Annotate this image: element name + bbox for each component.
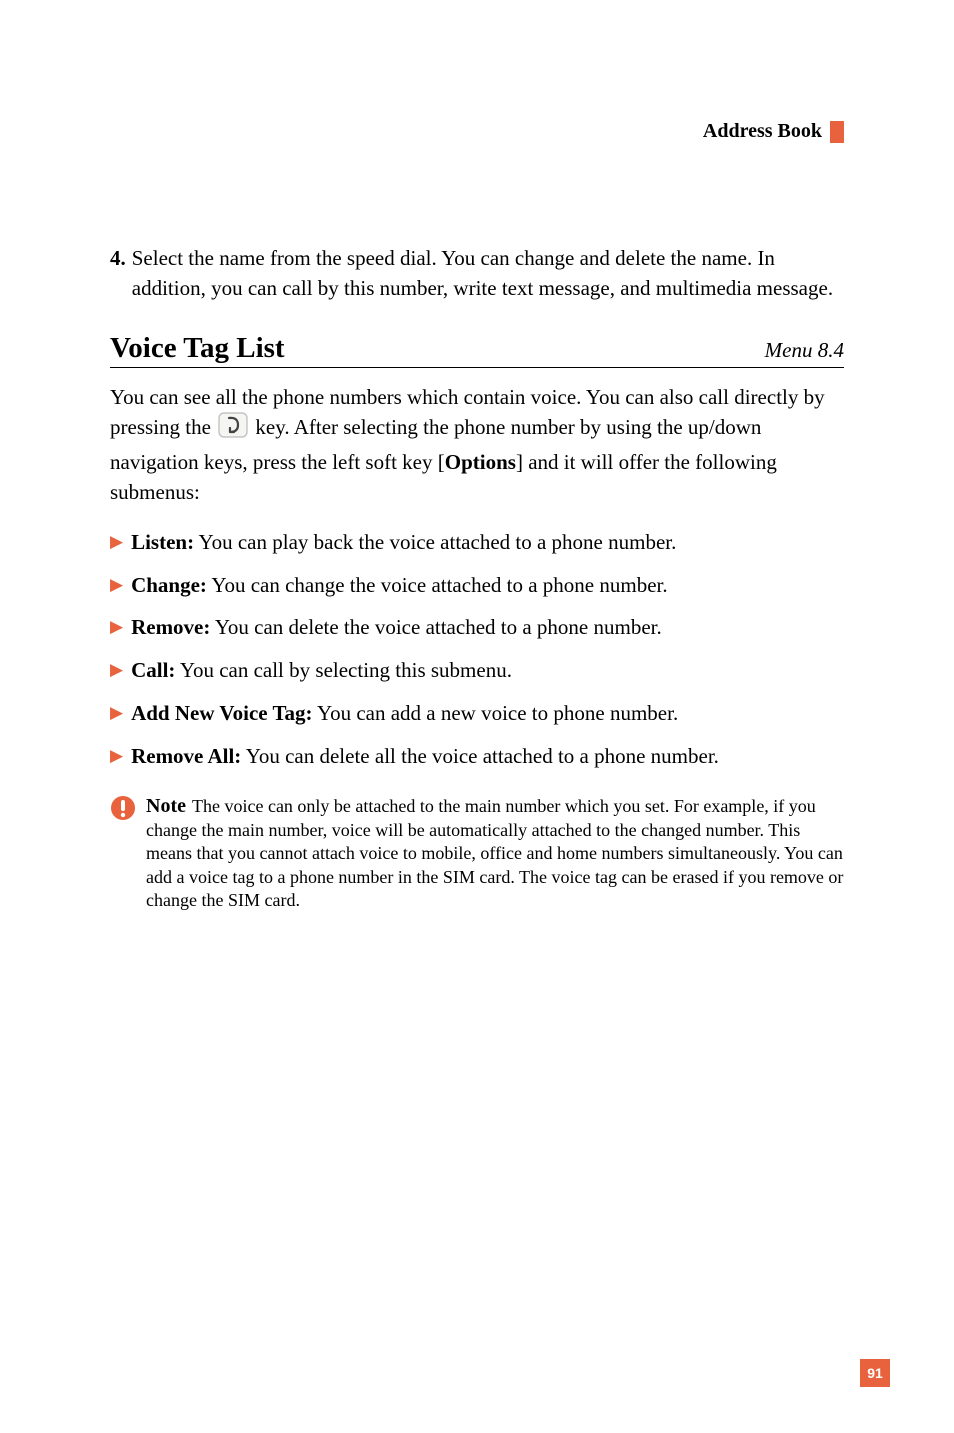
call-key-icon bbox=[218, 412, 248, 446]
page-header: Address Book bbox=[110, 120, 844, 143]
triangle-bullet-icon: ▶ bbox=[110, 528, 123, 557]
bullet-item: ▶ Call: You can call by selecting this s… bbox=[110, 656, 844, 685]
bullet-item: ▶ Listen: You can play back the voice at… bbox=[110, 528, 844, 557]
bullet-desc: You can change the voice attached to a p… bbox=[207, 573, 668, 597]
bullet-label: Call: bbox=[131, 658, 175, 682]
bullet-desc: You can delete all the voice attached to… bbox=[241, 744, 719, 768]
bullet-item: ▶ Remove All: You can delete all the voi… bbox=[110, 742, 844, 771]
section-heading: Voice Tag List Menu 8.4 bbox=[110, 332, 844, 368]
bullet-desc: You can add a new voice to phone number. bbox=[313, 701, 679, 725]
section-intro: You can see all the phone numbers which … bbox=[110, 382, 844, 508]
bullet-label: Remove All: bbox=[131, 744, 241, 768]
section-title: Voice Tag List bbox=[110, 332, 285, 365]
bullet-desc: You can delete the voice attached to a p… bbox=[210, 615, 661, 639]
bullet-label: Remove: bbox=[131, 615, 210, 639]
bullet-label: Change: bbox=[131, 573, 207, 597]
bullet-item: ▶ Add New Voice Tag: You can add a new v… bbox=[110, 699, 844, 728]
triangle-bullet-icon: ▶ bbox=[110, 571, 123, 600]
note-block: NoteThe voice can only be attached to th… bbox=[110, 793, 844, 913]
note-text: The voice can only be attached to the ma… bbox=[146, 796, 843, 910]
bullet-desc: You can call by selecting this submenu. bbox=[175, 658, 512, 682]
page-number: 91 bbox=[860, 1359, 890, 1387]
note-label: Note bbox=[146, 795, 186, 817]
bullet-item: ▶ Remove: You can delete the voice attac… bbox=[110, 613, 844, 642]
options-word: Options bbox=[445, 450, 516, 474]
bullet-item: ▶ Change: You can change the voice attac… bbox=[110, 571, 844, 600]
note-body: NoteThe voice can only be attached to th… bbox=[146, 793, 844, 913]
bullet-label: Listen: bbox=[131, 530, 194, 554]
header-title: Address Book bbox=[703, 120, 822, 143]
step-4: 4. Select the name from the speed dial. … bbox=[110, 243, 844, 304]
step-number: 4. bbox=[110, 243, 126, 304]
triangle-bullet-icon: ▶ bbox=[110, 656, 123, 685]
step-text: Select the name from the speed dial. You… bbox=[132, 243, 844, 304]
bullet-desc: You can play back the voice attached to … bbox=[194, 530, 676, 554]
note-icon bbox=[110, 795, 136, 827]
triangle-bullet-icon: ▶ bbox=[110, 613, 123, 642]
section-menu-ref: Menu 8.4 bbox=[765, 338, 844, 363]
header-marker bbox=[830, 121, 844, 143]
triangle-bullet-icon: ▶ bbox=[110, 699, 123, 728]
bullet-label: Add New Voice Tag: bbox=[131, 701, 312, 725]
triangle-bullet-icon: ▶ bbox=[110, 742, 123, 771]
